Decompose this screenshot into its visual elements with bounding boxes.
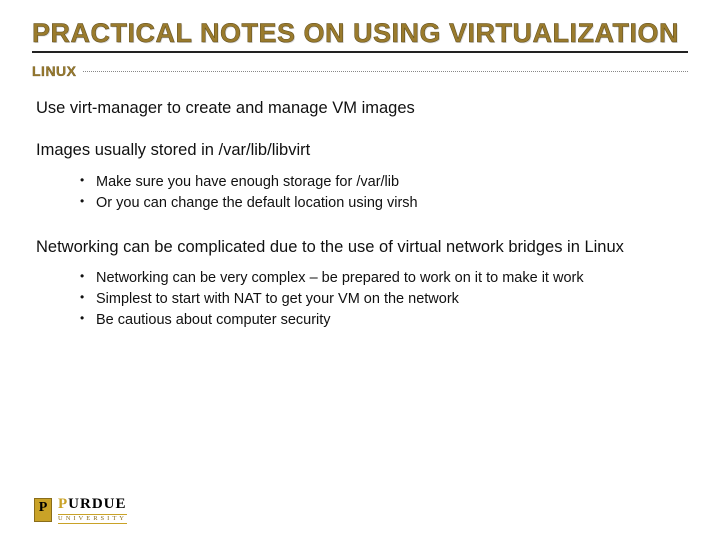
paragraph-1: Use virt-manager to create and manage VM… [36, 97, 688, 119]
logo-name-accent: P [58, 496, 68, 512]
slide-title: PRACTICAL NOTES ON USING VIRTUALIZATION [32, 18, 688, 49]
list-item: Be cautious about computer security [80, 310, 688, 331]
content: Use virt-manager to create and manage VM… [32, 97, 688, 331]
logo-badge-icon [34, 498, 52, 522]
dotted-rule [83, 71, 689, 72]
title-rule [32, 51, 688, 53]
list-item: Make sure you have enough storage for /v… [80, 172, 688, 193]
purdue-logo: PURDUE UNIVERSITY [34, 497, 127, 525]
list-item: Simplest to start with NAT to get your V… [80, 289, 688, 310]
sublist-2: Networking can be very complex – be prep… [36, 268, 688, 331]
logo-name: PURDUE [58, 497, 127, 512]
paragraph-3: Networking can be complicated due to the… [36, 236, 688, 258]
paragraph-2: Images usually stored in /var/lib/libvir… [36, 139, 688, 161]
logo-text: PURDUE UNIVERSITY [58, 497, 127, 525]
logo-name-rest: URDUE [68, 496, 126, 512]
list-item: Or you can change the default location u… [80, 193, 688, 214]
list-item: Networking can be very complex – be prep… [80, 268, 688, 289]
sublist-1: Make sure you have enough storage for /v… [36, 172, 688, 214]
logo-subtext: UNIVERSITY [58, 514, 127, 525]
subtitle-row: LINUX [32, 63, 688, 79]
slide: PRACTICAL NOTES ON USING VIRTUALIZATION … [0, 0, 720, 540]
slide-subtitle: LINUX [32, 63, 77, 79]
